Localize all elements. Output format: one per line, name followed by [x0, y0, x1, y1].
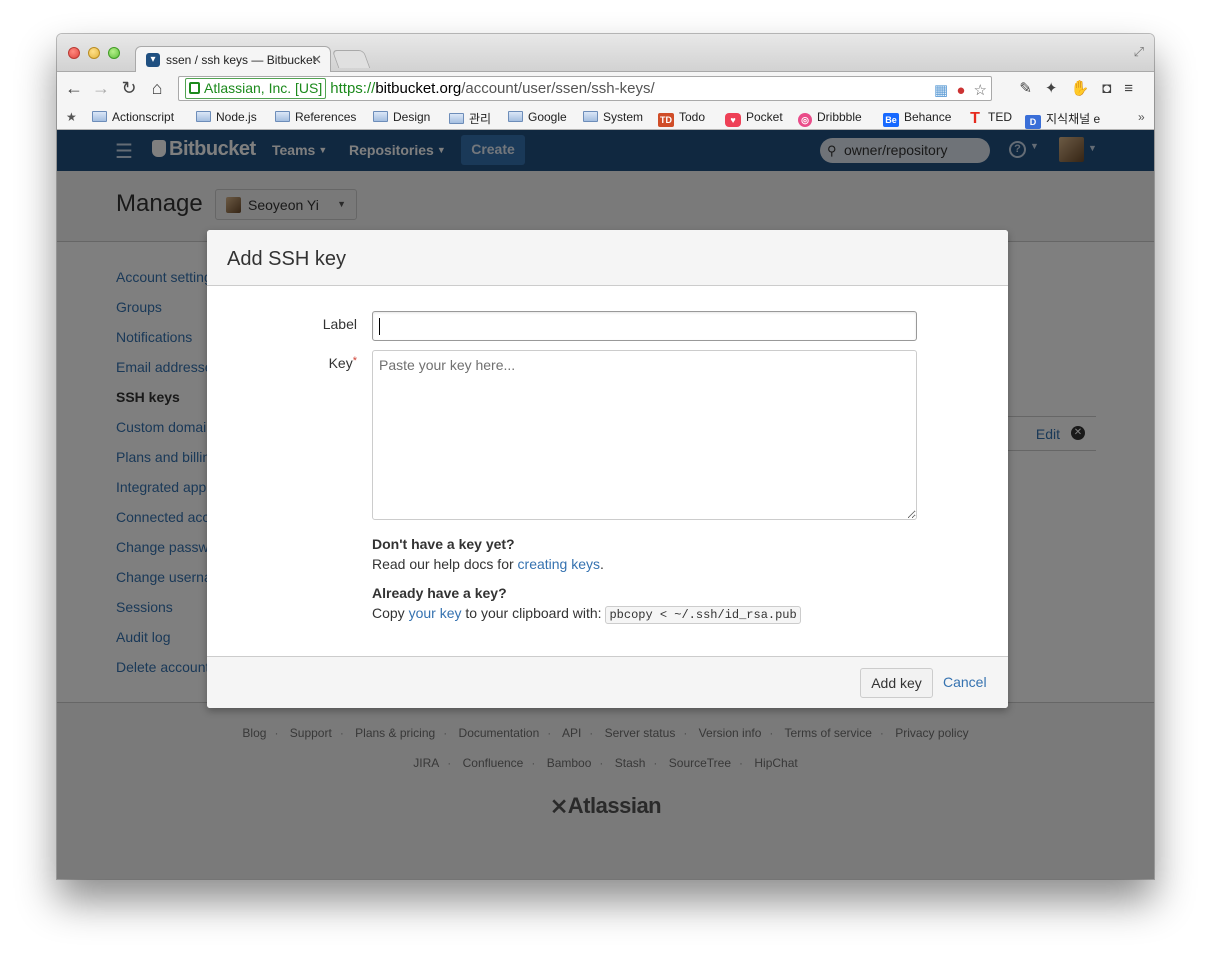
wrench-extension-icon[interactable]: ✎ — [1019, 80, 1045, 97]
no-key-heading: Don't have a key yet? — [372, 536, 515, 552]
add-key-button[interactable]: Add key — [860, 668, 933, 698]
new-tab-button[interactable] — [331, 50, 371, 68]
folder-icon — [196, 111, 211, 122]
dribbble-icon: ◎ — [798, 113, 812, 127]
browser-toolbar: ← → ↻ ⌂ Atlassian, Inc. [US] https://bitb… — [57, 72, 1154, 105]
bookmark-google[interactable]: Google — [508, 110, 567, 124]
key-field-label: Key* — [328, 355, 357, 371]
fullscreen-icon[interactable]: ⤢ — [1134, 44, 1144, 60]
folder-icon — [449, 113, 464, 124]
reload-icon[interactable]: ↻ — [119, 78, 139, 98]
evernote-extension-icon[interactable]: ✋ — [1070, 80, 1102, 97]
browser-tab[interactable]: ▾ ssen / ssh keys — Bitbucket ✕ — [135, 46, 331, 73]
label-input[interactable] — [372, 311, 917, 341]
pocket-icon: ♥ — [725, 113, 741, 127]
home-icon[interactable]: ⌂ — [147, 78, 167, 98]
dialog-title: Add SSH key — [227, 248, 346, 270]
folder-icon — [583, 111, 598, 122]
forward-arrow-icon[interactable]: → — [91, 78, 111, 98]
folder-icon — [373, 111, 388, 122]
url-path: /account/user/ssen/ssh-keys/ — [461, 80, 655, 97]
dialog-header: Add SSH key — [207, 230, 1008, 286]
folder-icon — [275, 111, 290, 122]
url-scheme: https:// — [330, 80, 376, 97]
tab-close-icon[interactable]: ✕ — [311, 52, 322, 68]
channel-icon: D — [1025, 115, 1041, 129]
close-window-button[interactable] — [68, 47, 80, 59]
zoom-window-button[interactable] — [108, 47, 120, 59]
creating-keys-link[interactable]: creating keys — [518, 556, 600, 572]
bookmark-pocket[interactable]: ♥ Pocket — [725, 110, 783, 127]
pbcopy-command: pbcopy < ~/.ssh/id_rsa.pub — [605, 606, 801, 624]
cancel-link[interactable]: Cancel — [943, 674, 987, 690]
key-textarea[interactable] — [372, 350, 917, 520]
bookmark-star-icon: ★ — [66, 110, 77, 124]
tab-title: ssen / ssh keys — Bitbucket — [166, 53, 317, 67]
bookmark-ted[interactable]: T TED — [967, 110, 1012, 127]
pocket-extension-icon[interactable]: ◘ — [1102, 80, 1124, 97]
bookmark-nodejs[interactable]: Node.js — [196, 110, 257, 124]
no-key-help-text: Read our help docs for creating keys. — [372, 556, 604, 572]
bookmark-actionscript[interactable]: Actionscript — [92, 110, 174, 124]
label-field-label: Label — [322, 316, 357, 332]
bookmark-manage[interactable]: 관리 — [449, 110, 491, 127]
blocker-icon[interactable]: ● — [956, 82, 965, 99]
bookmark-design[interactable]: Design — [373, 110, 430, 124]
chrome-menu-icon[interactable]: ≡ — [1124, 80, 1146, 97]
text-cursor — [379, 318, 380, 335]
your-key-link[interactable]: your key — [409, 605, 462, 621]
bookmark-channel[interactable]: D 지식채널 e — [1025, 110, 1100, 129]
ev-certificate-badge[interactable]: Atlassian, Inc. [US] — [185, 78, 327, 99]
required-marker: * — [352, 355, 357, 367]
address-bar[interactable]: Atlassian, Inc. [US] https://bitbucket.or… — [178, 76, 992, 101]
lock-icon — [189, 82, 200, 94]
add-ssh-key-dialog: Add SSH key Label Key* Don't have a key … — [207, 230, 1008, 708]
minimize-window-button[interactable] — [88, 47, 100, 59]
have-key-heading: Already have a key? — [372, 585, 507, 601]
tab-strip: ▾ ssen / ssh keys — Bitbucket ✕ ⤢ — [57, 34, 1154, 73]
back-arrow-icon[interactable]: ← — [64, 78, 84, 98]
folder-icon — [92, 111, 107, 122]
bookmark-todo[interactable]: TD Todo — [658, 110, 705, 127]
bookmark-system[interactable]: System — [583, 110, 643, 124]
bookmark-star-icon[interactable]: ☆ — [974, 82, 987, 99]
pin-extension-icon[interactable]: ✦ — [1045, 80, 1071, 97]
todo-icon: TD — [658, 113, 674, 127]
folder-icon — [508, 111, 523, 122]
url-host: bitbucket.org — [375, 80, 462, 97]
ted-icon: T — [970, 110, 980, 127]
behance-icon: Be — [883, 113, 899, 127]
browser-window: ▾ ssen / ssh keys — Bitbucket ✕ ⤢ ← → ↻ … — [57, 34, 1154, 879]
bookmark-references[interactable]: References — [275, 110, 356, 124]
bookmarks-overflow-button[interactable]: » — [1138, 110, 1145, 124]
dialog-footer: Add key Cancel — [207, 656, 1008, 708]
bookmark-dribbble[interactable]: ◎ Dribbble — [798, 110, 862, 127]
bookmark-behance[interactable]: Be Behance — [883, 110, 951, 127]
have-key-help-text: Copy your key to your clipboard with: pb… — [372, 605, 801, 624]
bookmarks-bar: ★ Actionscript Node.js References Design… — [57, 105, 1154, 130]
translate-icon[interactable]: ▦ — [934, 82, 948, 99]
bitbucket-favicon-icon: ▾ — [146, 53, 160, 67]
